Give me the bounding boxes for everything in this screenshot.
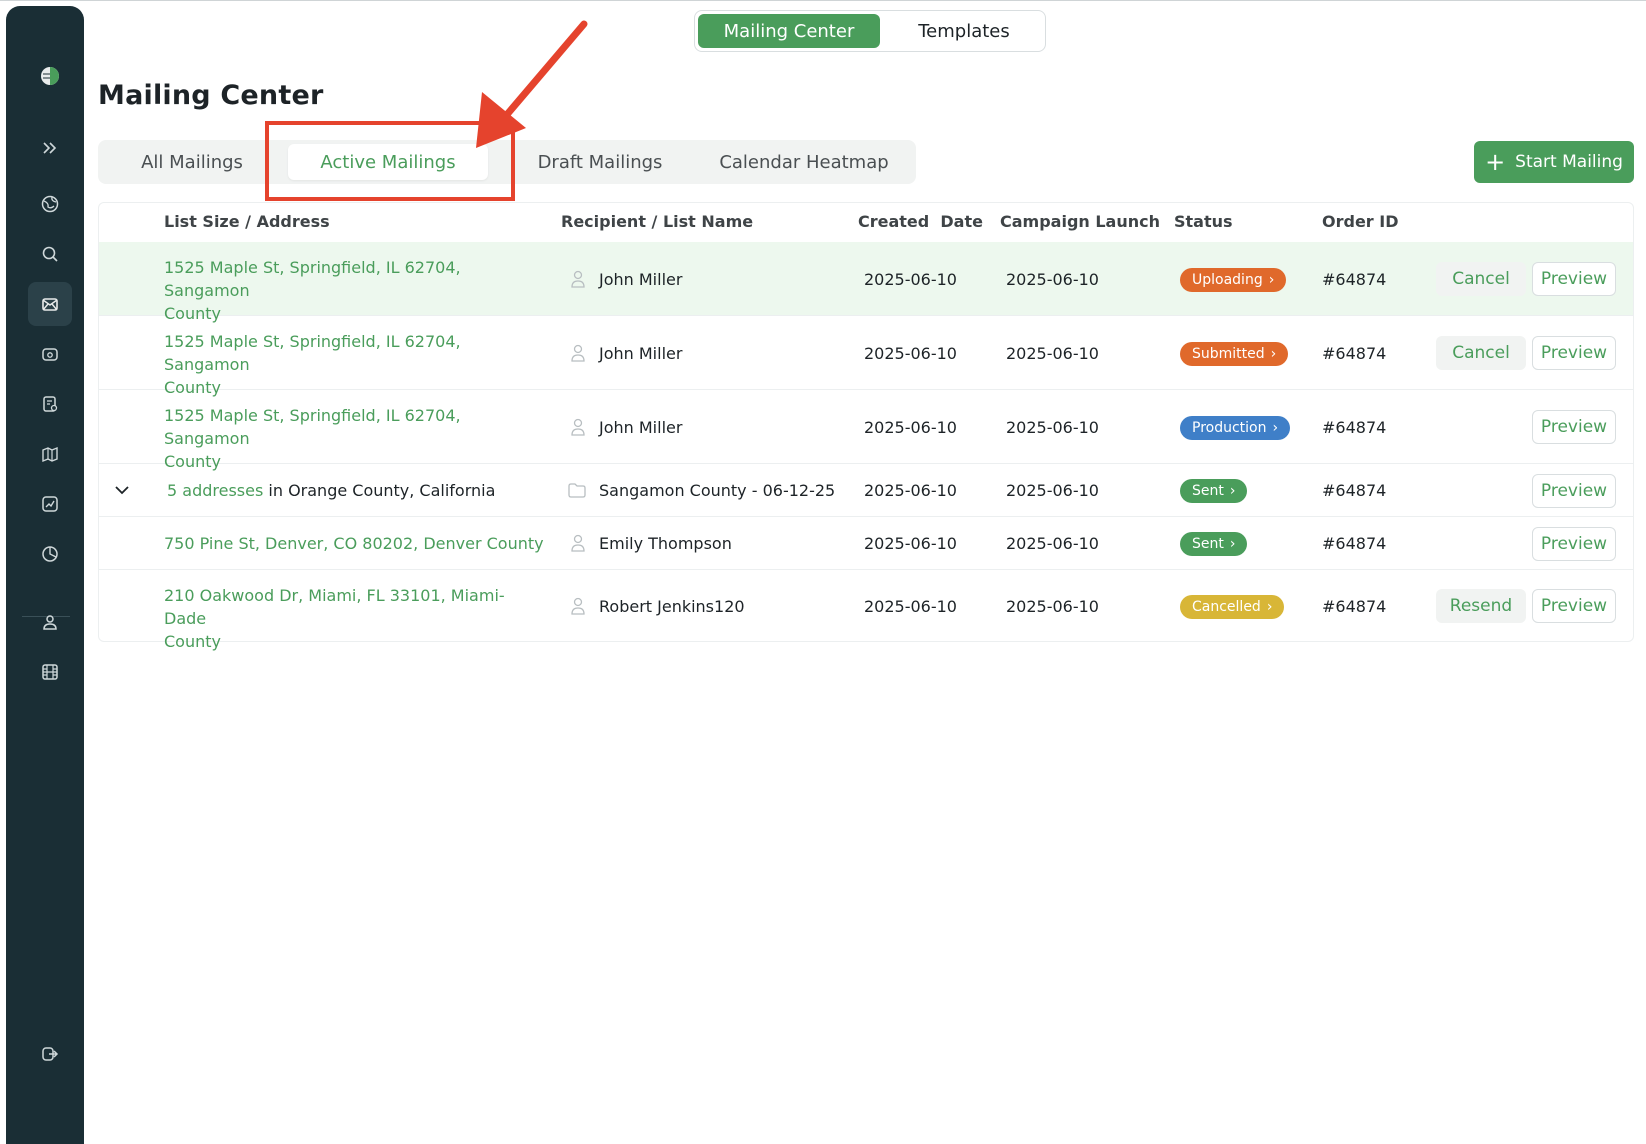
row-launch-date: 2025-06-10 <box>1006 534 1099 553</box>
preview-button[interactable]: Preview <box>1532 336 1616 370</box>
row-order-id: #64874 <box>1322 418 1387 437</box>
chevron-right-icon: › <box>1229 483 1236 499</box>
status-badge[interactable]: Cancelled › <box>1180 595 1285 619</box>
resend-button[interactable]: Resend <box>1436 589 1526 623</box>
row-address[interactable]: 1525 Maple St, Springfield, IL 62704, Sa… <box>164 330 534 399</box>
preview-button[interactable]: Preview <box>1532 589 1616 623</box>
header-status: Status <box>1174 212 1233 231</box>
row-created-date: 2025-06-10 <box>864 270 957 289</box>
row-order-id: #64874 <box>1322 597 1387 616</box>
addresses-link[interactable]: 5 addresses <box>167 481 263 500</box>
row-created-date: 2025-06-10 <box>864 418 957 437</box>
status-badge[interactable]: Uploading › <box>1180 268 1287 292</box>
chevron-right-icon: › <box>1266 599 1273 615</box>
person-icon <box>571 344 585 362</box>
cancel-button[interactable]: Cancel <box>1436 262 1526 296</box>
folder-icon <box>568 483 586 498</box>
globe-icon[interactable] <box>28 182 72 226</box>
row-recipient: Emily Thompson <box>599 534 732 553</box>
row-recipient: John Miller <box>599 418 683 437</box>
chevron-right-icon: › <box>1268 272 1275 288</box>
start-mailing-button[interactable]: + Start Mailing <box>1474 141 1634 183</box>
header-address: List Size / Address <box>164 212 330 231</box>
row-recipient: Robert Jenkins120 <box>599 597 745 616</box>
header-created: Created Date <box>858 212 983 231</box>
segment-mailing-center[interactable]: Mailing Center <box>698 14 880 48</box>
film-icon[interactable] <box>28 650 72 694</box>
header-order: Order ID <box>1322 212 1399 231</box>
user-icon[interactable] <box>28 600 72 644</box>
row-order-id: #64874 <box>1322 344 1387 363</box>
tab-all-mailings[interactable]: All Mailings <box>122 144 262 180</box>
chart-icon[interactable] <box>28 482 72 526</box>
map-icon[interactable] <box>28 432 72 476</box>
row-launch-date: 2025-06-10 <box>1006 270 1099 289</box>
row-recipient: John Miller <box>599 344 683 363</box>
segment-templates[interactable]: Templates <box>885 14 1043 48</box>
pie-chart-icon[interactable] <box>28 532 72 576</box>
row-address[interactable]: 750 Pine St, Denver, CO 80202, Denver Co… <box>164 532 564 555</box>
plus-icon: + <box>1485 148 1506 176</box>
row-list-name: Sangamon County - 06-12-25 <box>599 481 836 500</box>
search-icon[interactable] <box>28 232 72 276</box>
row-created-date: 2025-06-10 <box>864 597 957 616</box>
status-badge[interactable]: Production › <box>1180 416 1291 440</box>
row-order-id: #64874 <box>1322 270 1387 289</box>
status-badge[interactable]: Sent › <box>1180 532 1248 556</box>
preview-button[interactable]: Preview <box>1532 474 1616 508</box>
row-launch-date: 2025-06-10 <box>1006 418 1099 437</box>
row-address[interactable]: 1525 Maple St, Springfield, IL 62704, Sa… <box>164 256 534 325</box>
row-launch-date: 2025-06-10 <box>1006 481 1099 500</box>
person-icon <box>571 270 585 288</box>
row-order-id: #64874 <box>1322 534 1387 553</box>
row-address[interactable]: 210 Oakwood Dr, Miami, FL 33101, Miami-D… <box>164 584 534 653</box>
tab-draft-mailings[interactable]: Draft Mailings <box>518 144 682 180</box>
cancel-button[interactable]: Cancel <box>1436 336 1526 370</box>
chevron-down-icon[interactable] <box>114 483 130 497</box>
header-launch: Campaign Launch <box>1000 212 1161 231</box>
status-badge[interactable]: Sent › <box>1180 479 1248 503</box>
status-badge[interactable]: Submitted › <box>1180 342 1289 366</box>
logo-icon[interactable] <box>28 54 72 98</box>
row-launch-date: 2025-06-10 <box>1006 344 1099 363</box>
person-icon <box>571 597 585 615</box>
folder-icon[interactable] <box>28 332 72 376</box>
start-mailing-label: Start Mailing <box>1515 152 1623 172</box>
chevron-right-icon: › <box>1272 420 1279 436</box>
row-created-date: 2025-06-10 <box>864 344 957 363</box>
sidebar <box>6 6 84 1144</box>
tab-calendar-heatmap[interactable]: Calendar Heatmap <box>702 144 906 180</box>
highlight-box <box>265 121 515 201</box>
preview-button[interactable]: Preview <box>1532 527 1616 561</box>
page-title: Mailing Center <box>98 80 324 111</box>
logout-icon[interactable] <box>28 1032 72 1076</box>
person-icon <box>571 418 585 436</box>
preview-button[interactable]: Preview <box>1532 262 1616 296</box>
expand-icon[interactable] <box>28 126 72 170</box>
mail-icon[interactable] <box>28 282 72 326</box>
row-created-date: 2025-06-10 <box>864 534 957 553</box>
row-created-date: 2025-06-10 <box>864 481 957 500</box>
preview-button[interactable]: Preview <box>1532 410 1616 444</box>
view-toggle: Mailing Center Templates <box>694 10 1046 52</box>
chevron-right-icon: › <box>1270 346 1277 362</box>
chevron-right-icon: › <box>1229 536 1236 552</box>
document-icon[interactable] <box>28 382 72 426</box>
row-order-id: #64874 <box>1322 481 1387 500</box>
person-icon <box>571 534 585 552</box>
row-address-group[interactable]: 5 addresses in Orange County, California <box>167 481 495 500</box>
row-recipient: John Miller <box>599 270 683 289</box>
top-border <box>0 0 1646 1</box>
row-launch-date: 2025-06-10 <box>1006 597 1099 616</box>
header-recipient: Recipient / List Name <box>561 212 754 231</box>
row-address[interactable]: 1525 Maple St, Springfield, IL 62704, Sa… <box>164 404 534 473</box>
